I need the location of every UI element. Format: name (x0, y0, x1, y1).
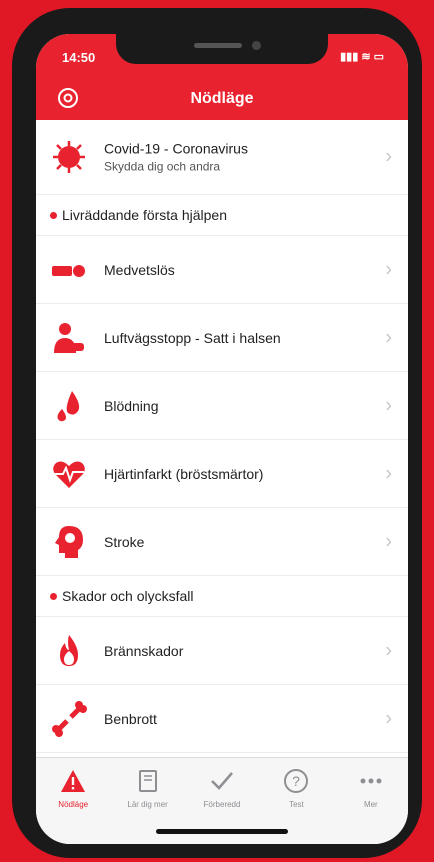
covid-subtitle: Skydda dig och andra (104, 159, 221, 174)
status-icons: ▮▮▮ ≋ ▭ (340, 51, 384, 63)
svg-text:?: ? (293, 773, 301, 789)
list-item-label: Hjärtinfarkt (bröstsmärtor) (104, 465, 264, 482)
virus-icon (53, 141, 85, 173)
tab-label: Mer (363, 800, 378, 809)
bullet-dot (50, 212, 57, 219)
camera (252, 41, 261, 50)
broken-bone-icon (52, 700, 87, 737)
list-item-label: Benbrott (104, 710, 157, 727)
tab-label: Lär dig mer (127, 800, 168, 809)
list-item-fracture[interactable]: Benbrott › (36, 685, 408, 753)
list-item-covid[interactable]: Covid-19 - Coronavirus Skydda dig och an… (36, 120, 408, 195)
list-item-label: Covid-19 - Coronavirus Skydda dig och an… (104, 141, 248, 174)
heart-pulse-icon (53, 461, 85, 488)
section-title: Skador och olycksfall (62, 588, 194, 604)
head-brain-icon (55, 525, 83, 558)
list-item-heart-attack[interactable]: Hjärtinfarkt (bröstsmärtor) › (36, 440, 408, 508)
list-item-label: Brännskador (104, 642, 184, 659)
tab-emergency[interactable]: Nödläge (36, 758, 110, 844)
list-item-label: Medvetslös (104, 261, 175, 278)
section-title: Livräddande första hjälpen (62, 207, 228, 223)
covid-title: Covid-19 - Coronavirus (104, 140, 248, 157)
tab-bar: Nödläge Lär dig mer Förberedd ? Test Mer (36, 757, 408, 844)
chevron-right-icon: › (385, 462, 392, 484)
tab-label: Förberedd (203, 800, 241, 809)
tab-label: Test (289, 800, 304, 809)
status-time: 14:50 (62, 50, 96, 65)
list-item-burns[interactable]: Brännskador › (36, 617, 408, 685)
tab-label: Nödläge (58, 800, 89, 809)
chevron-right-icon: › (385, 639, 392, 661)
bullet-dot (50, 593, 57, 600)
unconscious-person-icon (52, 264, 85, 277)
top-bar: 14:50 ▮▮▮ ≋ ▭ Nödläge (36, 34, 408, 120)
app-screen: 14:50 ▮▮▮ ≋ ▭ Nödläge Covid-19 - Coronav… (36, 34, 408, 844)
more-icon (360, 778, 382, 784)
list-item-unconscious[interactable]: Medvetslös › (36, 236, 408, 304)
chevron-right-icon: › (385, 326, 392, 348)
page-title: Nödläge (190, 90, 254, 107)
speaker (194, 43, 242, 48)
chevron-right-icon: › (385, 530, 392, 552)
book-icon (138, 770, 157, 792)
chevron-right-icon: › (385, 707, 392, 729)
chevron-right-icon: › (385, 258, 392, 280)
list-item-label: Luftvägsstopp - Satt i halsen (104, 329, 281, 346)
chevron-right-icon: › (385, 145, 392, 168)
home-indicator[interactable] (156, 829, 288, 834)
tab-more[interactable]: Mer (334, 758, 408, 844)
section-header: Livräddande första hjälpen (36, 195, 408, 236)
notch (116, 34, 328, 64)
list-item-stroke[interactable]: Stroke › (36, 508, 408, 576)
checkmark-icon (211, 772, 233, 790)
chevron-right-icon: › (385, 394, 392, 416)
section-header: Skador och olycksfall (36, 576, 408, 617)
choking-person-icon (54, 322, 84, 353)
list-item-choking[interactable]: Luftvägsstopp - Satt i halsen › (36, 304, 408, 372)
list-item-bleeding[interactable]: Blödning › (36, 372, 408, 440)
warning-icon (61, 770, 86, 792)
emergency-list: Covid-19 - Coronavirus Skydda dig och an… (36, 120, 408, 753)
flame-icon (60, 634, 78, 666)
blood-drop-icon (57, 390, 80, 421)
question-icon: ? (284, 769, 309, 793)
list-item-label: Blödning (104, 397, 159, 414)
list-item-label: Stroke (104, 533, 145, 550)
